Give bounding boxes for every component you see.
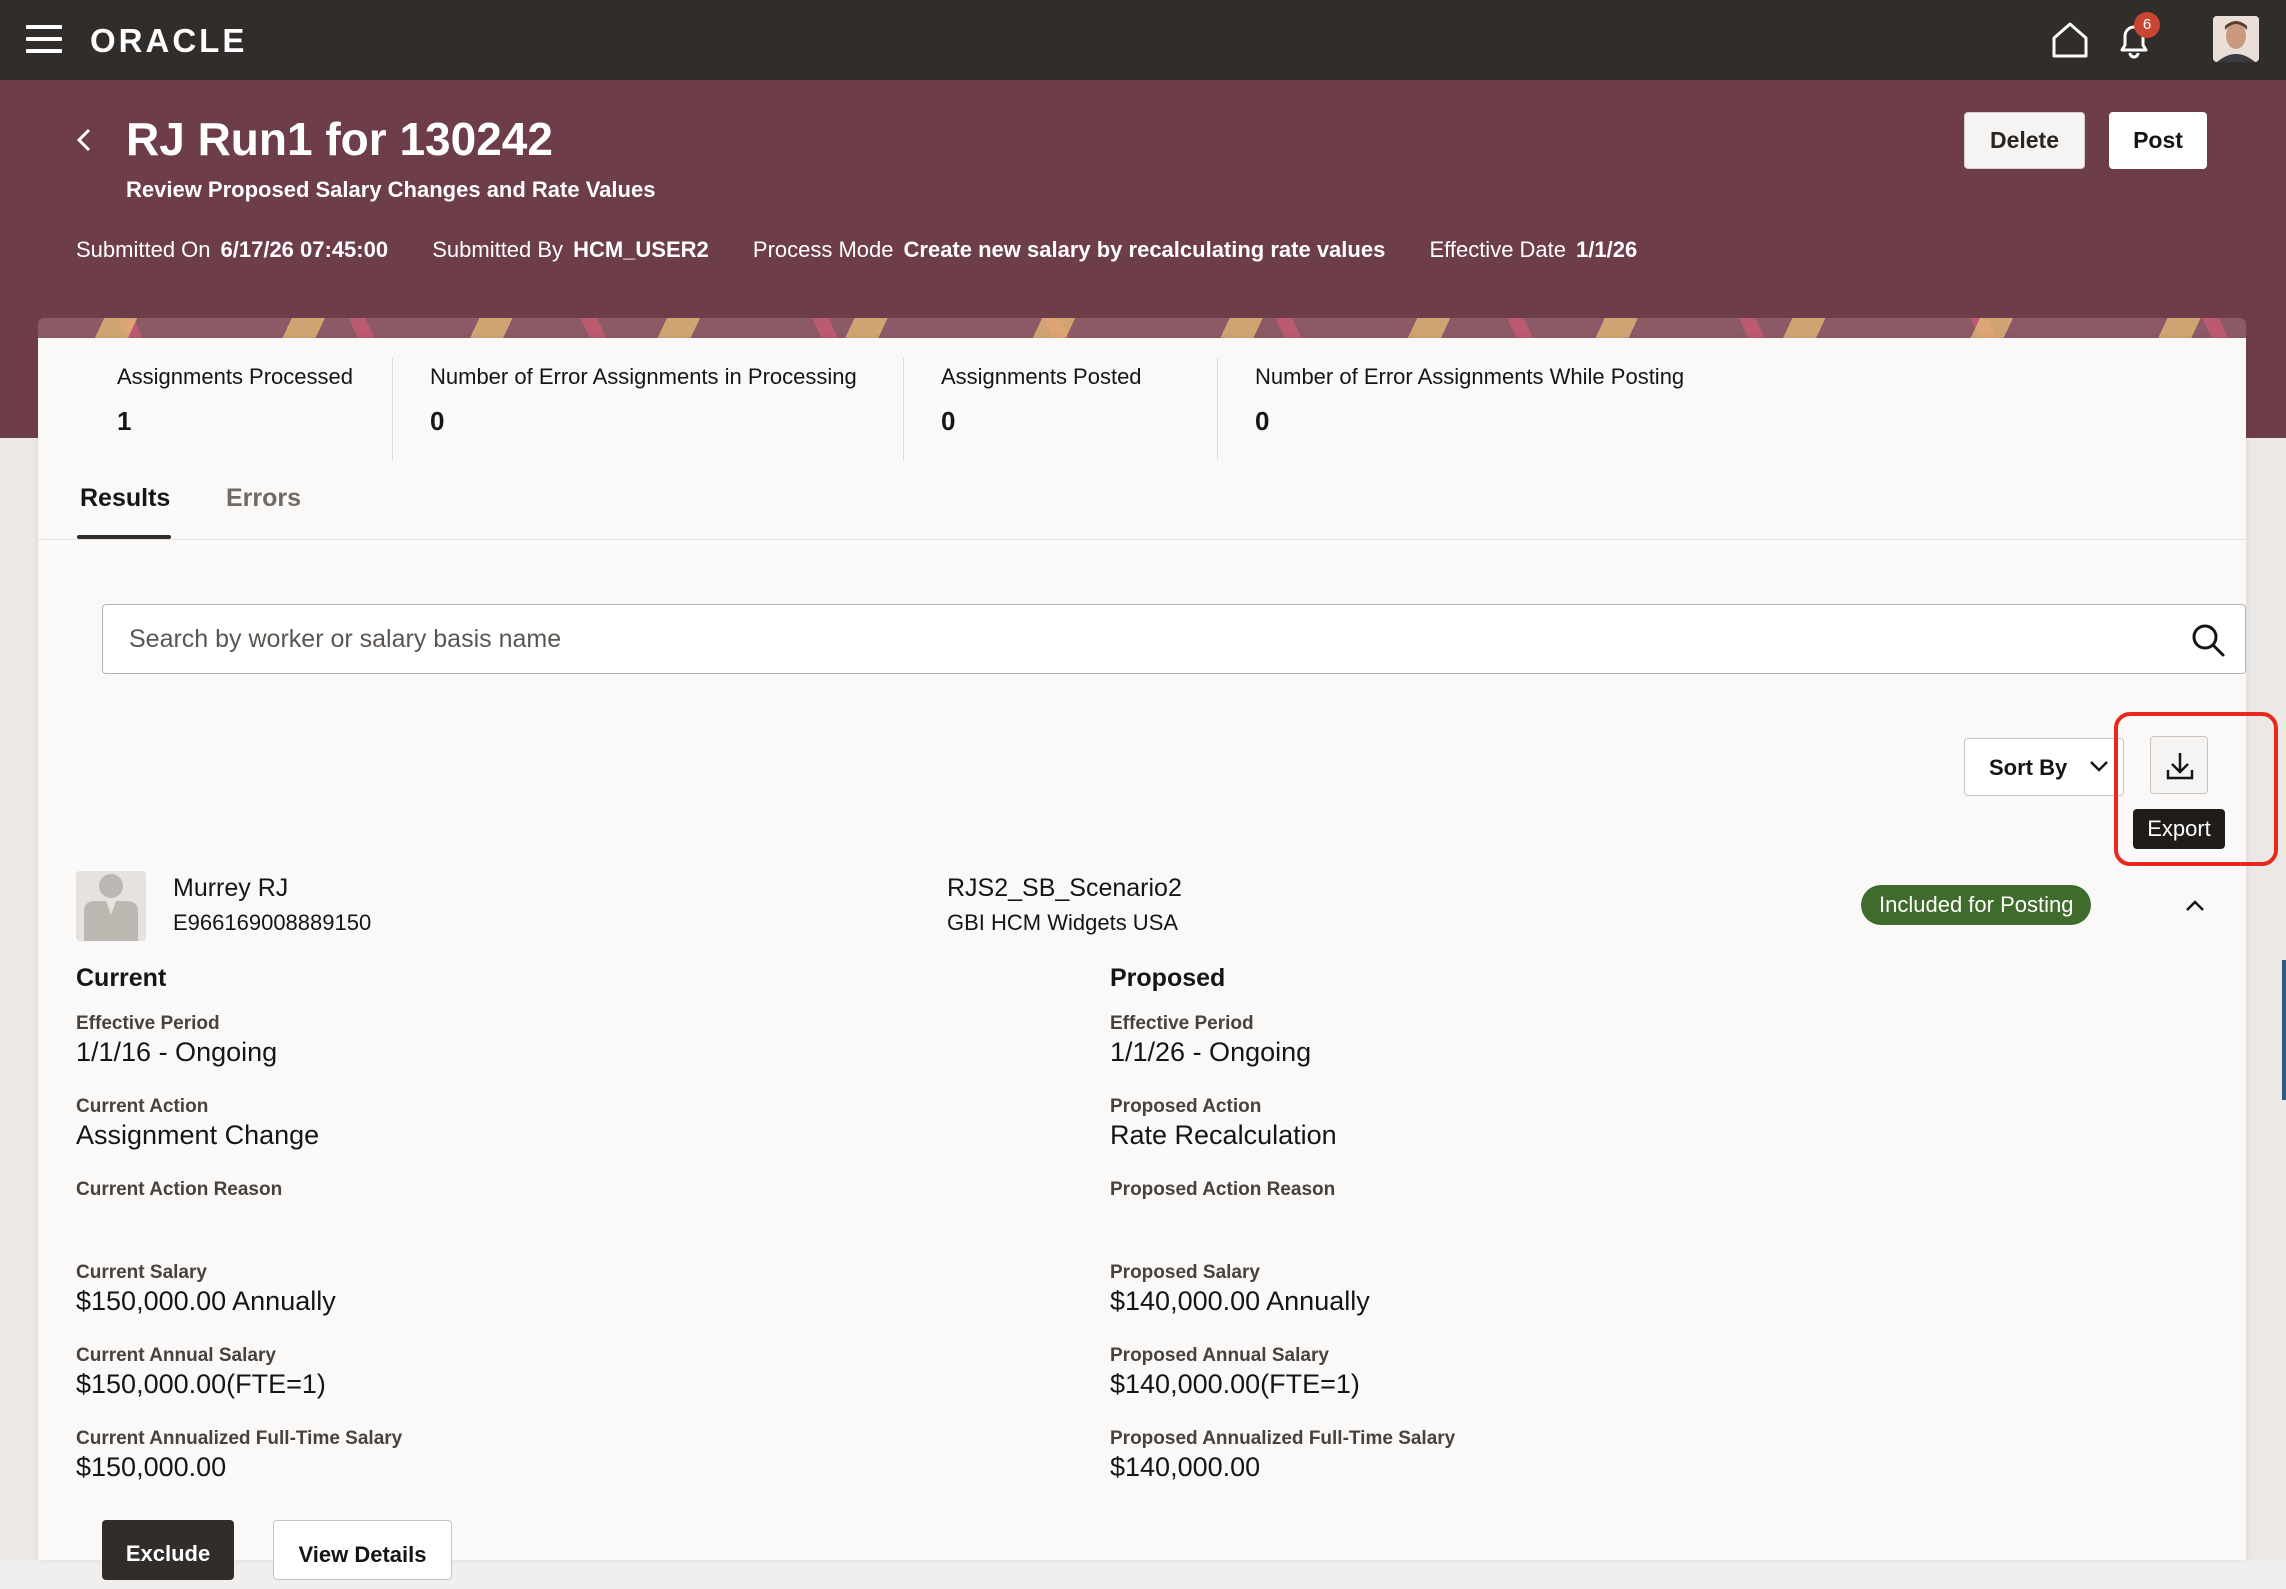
proposed-action: Proposed Action Rate Recalculation: [1110, 1096, 1455, 1179]
effective-date-label: Effective Date: [1429, 237, 1567, 262]
stat-error-posting: Number of Error Assignments While Postin…: [1255, 364, 1684, 437]
menu-icon[interactable]: [26, 25, 62, 55]
field-value: 1/1/26 - Ongoing: [1110, 1037, 1312, 1067]
search-icon[interactable]: [2189, 621, 2227, 659]
field-label: Proposed Salary: [1110, 1262, 1260, 1283]
submitted-on-label: Submitted On: [76, 237, 211, 262]
current-salary: Current Salary $150,000.00 Annually: [76, 1262, 402, 1345]
stat-label: Assignments Posted: [941, 364, 1142, 389]
proposed-annualized-fulltime-salary: Proposed Annualized Full-Time Salary $14…: [1110, 1428, 1455, 1511]
current-heading: Current: [76, 964, 167, 992]
delete-button[interactable]: Delete: [1964, 112, 2085, 169]
tab-results[interactable]: Results: [80, 484, 170, 513]
stat-label: Number of Error Assignments in Processin…: [430, 364, 857, 389]
exclude-button[interactable]: Exclude: [102, 1520, 234, 1580]
field-value: $140,000.00(FTE=1): [1110, 1369, 1360, 1399]
back-chevron-icon[interactable]: [70, 125, 100, 155]
proposed-action-reason: Proposed Action Reason: [1110, 1179, 1455, 1262]
proposed-annual-salary: Proposed Annual Salary $140,000.00(FTE=1…: [1110, 1345, 1455, 1428]
oracle-logo: ORACLE: [90, 22, 248, 59]
home-icon[interactable]: [2048, 18, 2092, 62]
field-label: Current Action Reason: [76, 1179, 283, 1200]
window-edge: [2282, 960, 2286, 1100]
stat-label: Number of Error Assignments While Postin…: [1255, 364, 1685, 389]
field-label: Current Salary: [76, 1262, 207, 1283]
field-value: $150,000.00 Annually: [76, 1286, 336, 1316]
current-action-reason: Current Action Reason: [76, 1179, 402, 1262]
submission-meta: Submitted On 6/17/26 07:45:00 Submitted B…: [76, 237, 1675, 263]
submitted-on-value: 6/17/26 07:45:00: [220, 237, 389, 262]
stat-error-processing: Number of Error Assignments in Processin…: [430, 364, 857, 437]
proposed-column: Proposed Effective Period 1/1/26 - Ongoi…: [1110, 964, 1455, 1511]
current-annual-salary: Current Annual Salary $150,000.00(FTE=1): [76, 1345, 402, 1428]
stat-value: 0: [941, 406, 956, 436]
field-label: Proposed Action Reason: [1110, 1179, 1336, 1200]
page-title: RJ Run1 for 130242: [126, 113, 553, 165]
field-label: Current Annualized Full-Time Salary: [76, 1428, 403, 1449]
stat-value: 0: [1255, 406, 1270, 436]
annotation-highlight: [2114, 712, 2278, 866]
sort-by-label: Sort By: [1989, 755, 2068, 780]
notification-count-badge: 6: [2134, 12, 2160, 38]
view-details-button[interactable]: View Details: [273, 1520, 452, 1580]
global-header: ORACLE 6: [0, 0, 2286, 80]
divider: [1217, 358, 1218, 460]
process-mode-label: Process Mode: [752, 237, 894, 262]
stat-label: Assignments Processed: [117, 364, 353, 389]
tab-errors[interactable]: Errors: [226, 484, 301, 513]
decorative-pattern: [38, 318, 2246, 338]
field-label: Proposed Annual Salary: [1110, 1345, 1329, 1366]
worker-id: E966169008889150: [173, 910, 372, 935]
current-annualized-fulltime-salary: Current Annualized Full-Time Salary $150…: [76, 1428, 402, 1511]
salary-basis-name: RJS2_SB_Scenario2: [947, 874, 1182, 902]
divider: [392, 358, 393, 460]
process-mode-value: Create new salary by recalculating rate …: [903, 237, 1386, 262]
current-column: Current Effective Period 1/1/16 - Ongoin…: [76, 964, 402, 1511]
user-avatar[interactable]: [2213, 16, 2259, 62]
field-label: Proposed Annualized Full-Time Salary: [1110, 1428, 1456, 1449]
active-tab-indicator: [77, 535, 171, 539]
worker-name[interactable]: Murrey RJ: [173, 874, 288, 903]
field-label: Current Action: [76, 1096, 209, 1117]
stat-assignments-posted: Assignments Posted 0: [941, 364, 1142, 437]
field-value: $150,000.00: [76, 1452, 227, 1482]
results-card: Assignments Processed 1 Number of Error …: [38, 338, 2278, 1580]
field-value: Rate Recalculation: [1110, 1120, 1337, 1150]
stat-value: 1: [117, 406, 132, 436]
stat-value: 0: [430, 406, 445, 436]
proposed-heading: Proposed: [1110, 964, 1226, 992]
stat-assignments-processed: Assignments Processed 1: [117, 364, 353, 437]
person-placeholder-icon: [84, 874, 138, 941]
field-value: 1/1/16 - Ongoing: [76, 1037, 278, 1067]
status-badge: Included for Posting: [1861, 885, 2092, 925]
page-subtitle: Review Proposed Salary Changes and Rate …: [126, 177, 656, 202]
divider: [903, 358, 904, 460]
current-action: Current Action Assignment Change: [76, 1096, 402, 1179]
field-value: Assignment Change: [76, 1120, 320, 1150]
worker-avatar: [76, 871, 146, 941]
tab-bar: [38, 476, 2246, 540]
current-effective-period: Effective Period 1/1/16 - Ongoing: [76, 1013, 402, 1096]
proposed-effective-period: Effective Period 1/1/26 - Ongoing: [1110, 1013, 1455, 1096]
submitted-by-value: HCM_USER2: [573, 237, 709, 262]
proposed-salary: Proposed Salary $140,000.00 Annually: [1110, 1262, 1455, 1345]
sort-by-dropdown[interactable]: Sort By: [1964, 738, 2124, 796]
post-button[interactable]: Post: [2109, 112, 2207, 169]
search-input[interactable]: Search by worker or salary basis name: [102, 604, 2246, 674]
legal-employer: GBI HCM Widgets USA: [947, 910, 1179, 935]
chevron-down-icon: [2090, 761, 2108, 772]
field-value: $140,000.00: [1110, 1452, 1261, 1482]
field-label: Effective Period: [76, 1013, 220, 1034]
field-label: Proposed Action: [1110, 1096, 1262, 1117]
field-label: Effective Period: [1110, 1013, 1254, 1034]
field-value: $140,000.00 Annually: [1110, 1286, 1370, 1316]
chevron-up-icon[interactable]: [2181, 892, 2209, 920]
field-value: $150,000.00(FTE=1): [76, 1369, 326, 1399]
search-placeholder: Search by worker or salary basis name: [129, 625, 562, 653]
field-label: Current Annual Salary: [76, 1345, 276, 1366]
effective-date-value: 1/1/26: [1576, 237, 1638, 262]
submitted-by-label: Submitted By: [432, 237, 564, 262]
